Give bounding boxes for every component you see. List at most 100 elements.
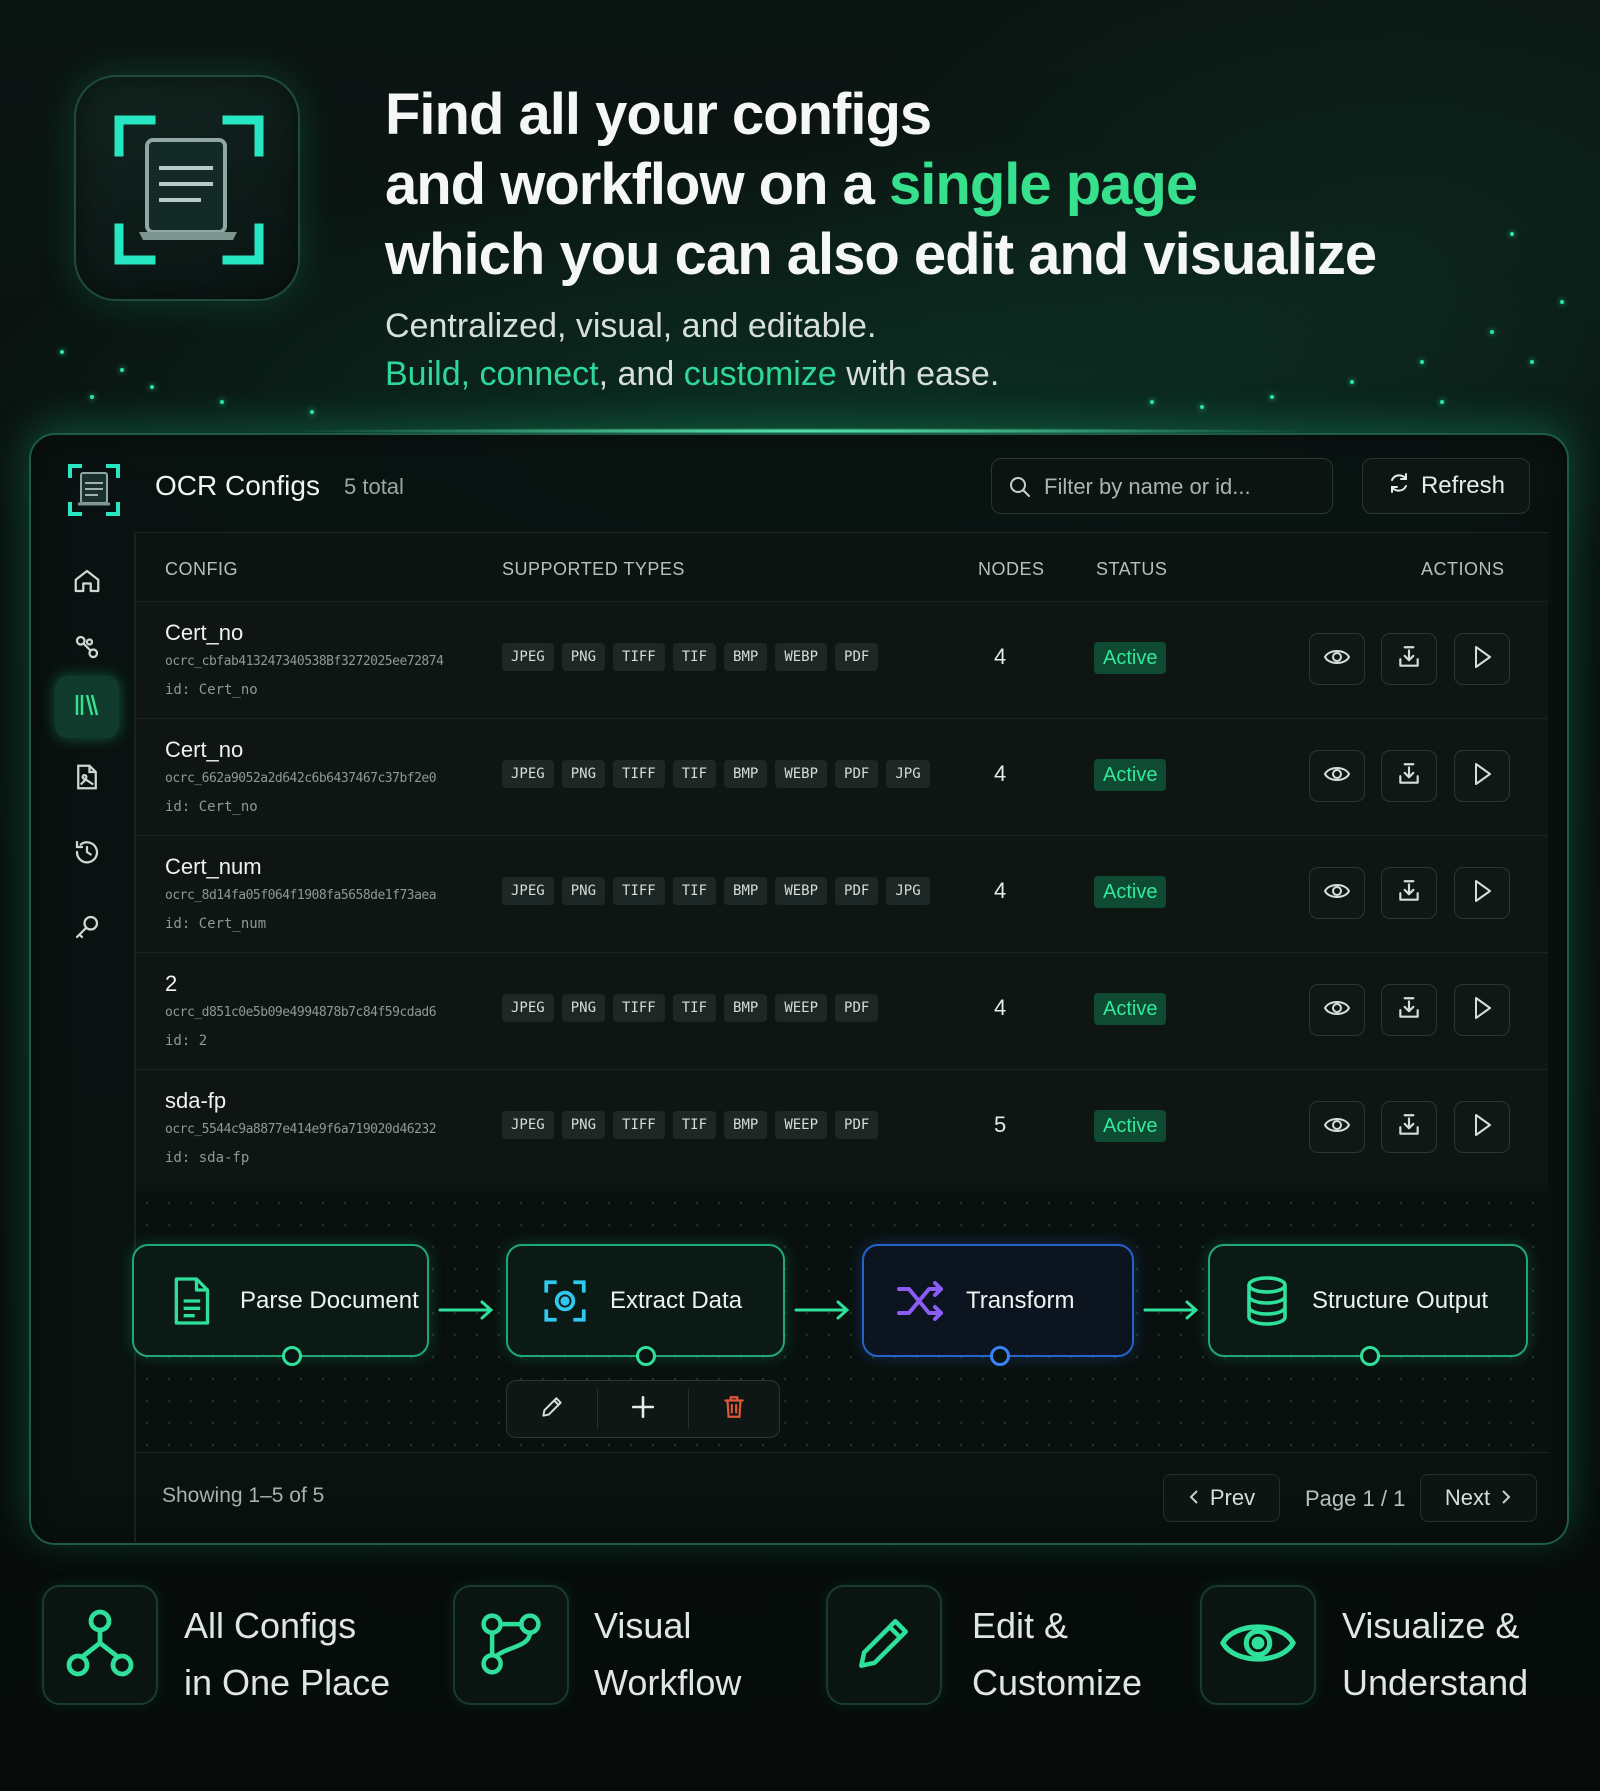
pencil-icon	[539, 1394, 565, 1425]
search-box[interactable]	[991, 458, 1333, 514]
feature-visual-workflow-tile	[453, 1585, 569, 1705]
refresh-icon	[1387, 471, 1411, 502]
status-badge: Active	[1094, 1110, 1167, 1142]
export-config-button[interactable]	[1381, 1101, 1437, 1153]
eye-icon	[1323, 880, 1351, 907]
workflow-icon	[72, 632, 102, 667]
sidebar-item-keys[interactable]	[55, 898, 119, 960]
view-config-button[interactable]	[1309, 1101, 1365, 1153]
sidebar-item-documents[interactable]	[55, 748, 119, 810]
output-port[interactable]	[636, 1346, 656, 1366]
file-type-chip: PDF	[835, 1111, 879, 1139]
feature-line-1: All Configs	[184, 1605, 357, 1646]
arrow-icon	[438, 1298, 496, 1327]
export-config-button[interactable]	[1381, 633, 1437, 685]
workflow-node-transform[interactable]: Transform	[862, 1244, 1134, 1366]
table-row[interactable]: sda-fp ocrc_5544c9a8877e414e9f6a719020d4…	[136, 1069, 1548, 1186]
sidebar-item-home[interactable]	[55, 552, 119, 614]
table-row[interactable]: Cert_no ocrc_cbfab413247340538Bf3272025e…	[136, 601, 1548, 718]
hero-subtitle: Centralized, visual, and editable. Build…	[385, 302, 1485, 398]
edit-node-button[interactable]	[507, 1381, 597, 1437]
eye-icon	[1219, 1613, 1297, 1678]
column-header-config: CONFIG	[165, 559, 238, 579]
file-type-chip: TIFF	[613, 1111, 665, 1139]
export-config-button[interactable]	[1381, 984, 1437, 1036]
next-page-button[interactable]: Next	[1420, 1474, 1537, 1522]
search-icon	[1008, 475, 1032, 504]
file-type-chip: TIF	[672, 994, 717, 1022]
config-id: id: Cert_no	[165, 682, 258, 698]
node-label: Parse Document	[240, 1286, 419, 1314]
sidebar-item-workflows[interactable]	[55, 618, 119, 680]
prev-page-button[interactable]: Prev	[1163, 1474, 1280, 1522]
file-type-chip: TIFF	[613, 994, 665, 1022]
sidebar-item-history[interactable]	[55, 823, 119, 885]
config-ocr-id: ocrc_d851c0e5b09e4994878b7c84f59cdad6	[165, 1005, 437, 1020]
download-icon	[1396, 995, 1422, 1026]
file-type-chip: WEEP	[775, 1111, 828, 1139]
export-config-button[interactable]	[1381, 750, 1437, 802]
download-icon	[1396, 1112, 1422, 1143]
home-icon	[72, 566, 102, 601]
config-name[interactable]: Cert_num	[165, 854, 262, 880]
hero-comma: ,	[460, 355, 480, 393]
table-row[interactable]: 2 ocrc_d851c0e5b09e4994878b7c84f59cdad6 …	[136, 952, 1548, 1069]
feature-line-2: Workflow	[594, 1662, 742, 1703]
download-icon	[1396, 644, 1422, 675]
config-name[interactable]: 2	[165, 971, 177, 997]
table-row[interactable]: Cert_no ocrc_662a9052a2d642c6b6437467c37…	[136, 718, 1548, 835]
workflow-node-extract-data[interactable]: Extract Data	[506, 1244, 785, 1366]
output-port[interactable]	[990, 1346, 1010, 1366]
arrow-icon	[1143, 1298, 1201, 1327]
search-input[interactable]	[1044, 467, 1324, 507]
config-name[interactable]: sda-fp	[165, 1088, 226, 1114]
node-count: 4	[994, 995, 1007, 1020]
run-config-button[interactable]	[1454, 633, 1510, 685]
view-config-button[interactable]	[1309, 750, 1365, 802]
workflow-node-structure-output[interactable]: Structure Output	[1208, 1244, 1528, 1366]
file-type-chip: TIF	[672, 877, 717, 905]
run-config-button[interactable]	[1454, 984, 1510, 1036]
feature-visualize-understand-text: Visualize & Understand	[1342, 1597, 1528, 1711]
supported-types: JPEG PNG TIFF TIF BMP WEEP PDF	[502, 994, 879, 1022]
config-name[interactable]: Cert_no	[165, 620, 243, 646]
output-port[interactable]	[282, 1346, 302, 1366]
file-type-chip: PNG	[561, 760, 606, 788]
column-header-nodes: NODES	[978, 559, 1045, 579]
play-icon	[1470, 1112, 1494, 1143]
plus-icon	[630, 1394, 656, 1425]
view-config-button[interactable]	[1309, 633, 1365, 685]
run-config-button[interactable]	[1454, 867, 1510, 919]
node-count: 4	[994, 761, 1007, 786]
config-ocr-id: ocrc_cbfab413247340538Bf3272025ee72874	[165, 654, 444, 669]
file-type-chip: PDF	[835, 877, 879, 905]
sidebar-item-library[interactable]	[55, 676, 119, 738]
config-name[interactable]: Cert_no	[165, 737, 243, 763]
config-ocr-id: ocrc_8d14fa05f064f1908fa5658de1f73aea	[165, 888, 437, 903]
download-icon	[1396, 878, 1422, 909]
hero-subtitle-line-1: Centralized, visual, and editable.	[385, 307, 877, 345]
app-logo-icon	[66, 462, 122, 523]
table-row[interactable]: Cert_num ocrc_8d14fa05f064f1908fa5658de1…	[136, 835, 1548, 952]
pagination-summary: Showing 1–5 of 5	[162, 1484, 325, 1507]
delete-node-button[interactable]	[689, 1381, 779, 1437]
run-config-button[interactable]	[1454, 1101, 1510, 1153]
export-config-button[interactable]	[1381, 867, 1437, 919]
config-id: id: Cert_no	[165, 799, 258, 815]
refresh-button[interactable]: Refresh	[1362, 458, 1530, 514]
file-type-chip: BMP	[724, 1111, 768, 1139]
hero-subtitle-line-2: Build, connect, and customize with ease.	[385, 350, 1485, 398]
add-node-button[interactable]	[598, 1381, 688, 1437]
file-type-chip: TIF	[672, 1111, 717, 1139]
workflow-node-parse-document[interactable]: Parse Document	[132, 1244, 429, 1366]
view-config-button[interactable]	[1309, 867, 1365, 919]
feature-line-2: Customize	[972, 1662, 1143, 1703]
output-port[interactable]	[1360, 1346, 1380, 1366]
hero-scan-document-icon	[74, 75, 300, 301]
hero-title-line-2-text: and workflow on a	[385, 152, 890, 217]
run-config-button[interactable]	[1454, 750, 1510, 802]
file-type-chip: WEEP	[775, 994, 828, 1022]
node-toolbar	[506, 1380, 780, 1438]
view-config-button[interactable]	[1309, 984, 1365, 1036]
file-type-chip: JPEG	[502, 643, 554, 671]
